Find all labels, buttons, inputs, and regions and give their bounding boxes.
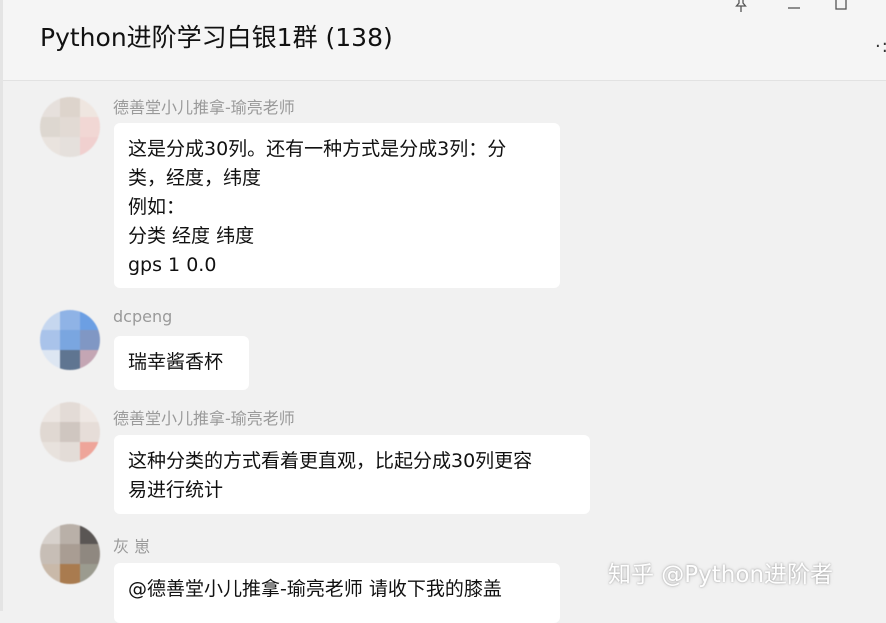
avatar[interactable]: [40, 310, 100, 370]
avatar-pixel: [60, 422, 80, 442]
avatar-pixel: [80, 564, 100, 584]
avatar[interactable]: [40, 524, 100, 584]
avatar[interactable]: [40, 402, 100, 462]
avatar-pixel: [40, 524, 60, 544]
sender-name: dcpeng: [113, 307, 173, 326]
avatar-pixel: [80, 137, 100, 157]
avatar-pixel: [40, 310, 60, 330]
avatar-pixel: [40, 442, 60, 462]
more-options-icon[interactable]: ·:: [875, 36, 886, 57]
avatar-pixel: [80, 117, 100, 137]
message-text-line: gps 1 0.0: [128, 254, 217, 276]
maximize-icon[interactable]: [827, 0, 855, 16]
avatar-pixel: [80, 350, 100, 370]
avatar-pixel: [80, 442, 100, 462]
avatar[interactable]: [40, 97, 100, 157]
watermark: 知乎 @Python进阶者: [608, 562, 834, 588]
avatar-pixel: [40, 564, 60, 584]
avatar-pixel: [60, 564, 80, 584]
avatar-pixel: [60, 442, 80, 462]
avatar-pixel: [40, 97, 60, 117]
avatar-pixel: [60, 350, 80, 370]
sender-name: 德善堂小儿推拿-瑜亮老师: [113, 98, 295, 117]
message-text-line: 这种分类的方式看着更直观，比起分成30列更容: [128, 450, 533, 472]
message-text-line: 这是分成30列。还有一种方式是分成3列：分: [128, 138, 507, 160]
avatar-pixel: [60, 117, 80, 137]
avatar-pixel: [80, 330, 100, 350]
avatar-pixel: [80, 524, 100, 544]
chat-header: Python进阶学习白银1群 (138) ·:: [3, 0, 886, 81]
avatar-pixel: [60, 402, 80, 422]
avatar-pixel: [60, 330, 80, 350]
sender-name: 德善堂小儿推拿-瑜亮老师: [113, 409, 295, 428]
avatar-pixel: [40, 402, 60, 422]
message-text-line: 瑞幸酱香杯: [128, 351, 224, 373]
avatar-pixel: [40, 330, 60, 350]
avatar-pixel: [40, 350, 60, 370]
avatar-pixel: [40, 117, 60, 137]
avatar-pixel: [60, 310, 80, 330]
message-text-line: 例如：: [128, 196, 186, 218]
avatar-pixel: [60, 97, 80, 117]
message-text-line: @德善堂小儿推拿-瑜亮老师 请收下我的膝盖: [128, 578, 502, 600]
message-bubble[interactable]: 这是分成30列。还有一种方式是分成3列：分 类，经度，纬度 例如： 分类 经度 …: [114, 123, 560, 288]
avatar-pixel: [80, 402, 100, 422]
avatar-pixel: [40, 422, 60, 442]
avatar-pixel: [80, 97, 100, 117]
avatar-pixel: [60, 524, 80, 544]
avatar-pixel: [40, 544, 60, 564]
avatar-pixel: [80, 422, 100, 442]
pin-icon[interactable]: [727, 0, 755, 16]
message-bubble[interactable]: 这种分类的方式看着更直观，比起分成30列更容 易进行统计: [114, 435, 590, 514]
chat-title: Python进阶学习白银1群 (138): [40, 23, 393, 52]
sender-name: 灰 崽: [113, 537, 151, 556]
message-text-line: 类，经度，纬度: [128, 167, 262, 189]
avatar-pixel: [80, 544, 100, 564]
chat-window: Python进阶学习白银1群 (138) ·: 德善堂小儿推拿-瑜亮老师 这是分…: [0, 0, 886, 623]
window-left-border: [0, 0, 3, 611]
message-text-line: 易进行统计: [128, 479, 224, 501]
avatar-pixel: [40, 137, 60, 157]
avatar-pixel: [60, 137, 80, 157]
message-bubble[interactable]: @德善堂小儿推拿-瑜亮老师 请收下我的膝盖: [114, 563, 560, 623]
minimize-icon[interactable]: [780, 0, 808, 16]
avatar-pixel: [60, 544, 80, 564]
message-bubble[interactable]: 瑞幸酱香杯: [114, 336, 249, 390]
message-text-line: 分类 经度 纬度: [128, 225, 255, 247]
avatar-pixel: [80, 310, 100, 330]
